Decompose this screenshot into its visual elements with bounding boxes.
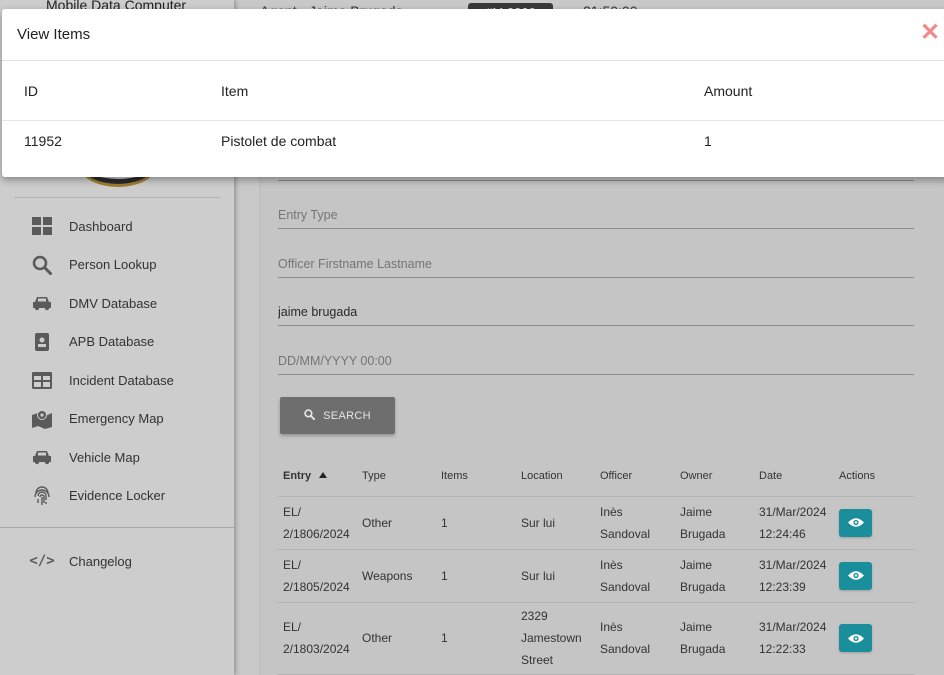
items-table: ID Item Amount 11952 Pistolet de combat … bbox=[2, 62, 944, 161]
type-cell: Weapons bbox=[357, 549, 436, 603]
actions-cell bbox=[834, 496, 914, 550]
officer-cell: Inès Sandoval bbox=[595, 602, 675, 675]
owner-cell: Jaime Brugada bbox=[675, 496, 754, 550]
id-cell: 11952 bbox=[24, 132, 62, 149]
owner-name-input[interactable] bbox=[278, 304, 914, 326]
code-icon: </> bbox=[29, 553, 55, 569]
column-header-item: Item bbox=[221, 62, 704, 121]
eye-icon bbox=[847, 633, 864, 643]
sidebar-item-label: Dashboard bbox=[69, 218, 133, 234]
sort-ascending-icon bbox=[319, 471, 328, 478]
sidebar-item-label: DMV Database bbox=[69, 295, 158, 311]
evidence-results-table: Entry Type Items Location Officer Owner … bbox=[278, 456, 914, 675]
column-header-date[interactable]: Date bbox=[754, 456, 834, 497]
sidebar-item-label: Vehicle Map bbox=[69, 449, 140, 465]
search-button[interactable]: SEARCH bbox=[280, 397, 395, 434]
sidebar-item-vehicle-map[interactable]: Vehicle Map bbox=[0, 438, 234, 477]
items-cell: 1 bbox=[436, 496, 516, 550]
items-cell: 1 bbox=[436, 602, 516, 675]
sidebar-item-label: Person Lookup bbox=[69, 257, 157, 273]
sidebar-item-label: Changelog bbox=[69, 553, 132, 569]
entry-cell: EL/2/1806/2024 bbox=[278, 496, 357, 550]
badge-icon bbox=[31, 331, 53, 353]
table-icon bbox=[31, 369, 53, 391]
modal-title: View Items bbox=[17, 26, 91, 43]
sidebar-item-label: Incident Database bbox=[69, 372, 174, 388]
column-header-officer[interactable]: Officer bbox=[595, 456, 675, 497]
view-items-modal: View Items ✕ ID Item Amount 11952 Pistol… bbox=[2, 9, 944, 177]
table-row: 11952 Pistolet de combat 1 bbox=[2, 120, 944, 161]
column-header-actions: Actions bbox=[834, 456, 914, 497]
location-cell: Sur lui bbox=[516, 549, 595, 603]
column-header-type[interactable]: Type bbox=[357, 456, 436, 497]
location-cell: Sur lui bbox=[516, 496, 595, 550]
officer-cell: Inès Sandoval bbox=[595, 549, 675, 603]
officer-name-input[interactable] bbox=[278, 256, 914, 278]
dashboard-icon bbox=[31, 215, 53, 237]
owner-cell: Jaime Brugada bbox=[675, 602, 754, 675]
sidebar-nav: Dashboard Person Lookup DMV Database APB… bbox=[0, 207, 234, 515]
date-cell: 31/Mar/2024 12:24:46 bbox=[754, 496, 834, 550]
actions-cell bbox=[834, 549, 914, 603]
entry-type-input[interactable] bbox=[278, 207, 914, 229]
item-cell: Pistolet de combat bbox=[221, 132, 337, 149]
table-row: EL/2/1803/2024 Other 1 2329 Jamestown Stre… bbox=[278, 602, 914, 675]
actions-cell bbox=[834, 602, 914, 675]
officer-cell: Inès Sandoval bbox=[595, 496, 675, 550]
evidence-search-card: SEARCH Entry Type Items Location Officer… bbox=[261, 150, 944, 675]
items-cell: 1 bbox=[436, 549, 516, 603]
sidebar-item-label: Emergency Map bbox=[69, 411, 164, 427]
sidebar-item-label: APB Database bbox=[69, 334, 155, 350]
date-cell: 31/Mar/2024 12:23:39 bbox=[754, 549, 834, 603]
sidebar-item-person-lookup[interactable]: Person Lookup bbox=[0, 246, 234, 285]
column-header-entry[interactable]: Entry bbox=[278, 456, 357, 497]
column-header-location[interactable]: Location bbox=[516, 456, 595, 497]
sidebar-item-apb-database[interactable]: APB Database bbox=[0, 323, 234, 362]
column-header-owner[interactable]: Owner bbox=[675, 456, 754, 497]
column-header-items[interactable]: Items bbox=[436, 456, 516, 497]
car-icon bbox=[31, 446, 53, 468]
column-header-label: Entry bbox=[283, 469, 312, 482]
divider bbox=[14, 197, 220, 198]
car-icon bbox=[31, 292, 53, 314]
search-icon bbox=[304, 408, 316, 423]
sidebar-item-changelog[interactable]: </> Changelog bbox=[0, 542, 234, 580]
sidebar-item-dmv-database[interactable]: DMV Database bbox=[0, 284, 234, 323]
eye-icon bbox=[847, 518, 864, 527]
search-icon bbox=[31, 254, 53, 276]
table-row: EL/2/1805/2024 Weapons 1 Sur lui Inès San… bbox=[278, 549, 914, 603]
type-cell: Other bbox=[357, 496, 436, 550]
amount-cell: 1 bbox=[704, 132, 712, 149]
sidebar-item-incident-database[interactable]: Incident Database bbox=[0, 361, 234, 400]
entry-cell: EL/2/1803/2024 bbox=[278, 602, 357, 675]
type-cell: Other bbox=[357, 602, 436, 675]
location-cell: 2329 Jamestown Street bbox=[516, 602, 595, 675]
date-input[interactable] bbox=[278, 353, 914, 375]
search-button-label: SEARCH bbox=[323, 409, 371, 422]
divider bbox=[278, 180, 914, 181]
sidebar-item-emergency-map[interactable]: Emergency Map bbox=[0, 400, 234, 439]
view-items-button[interactable] bbox=[839, 508, 872, 537]
sidebar-item-dashboard[interactable]: Dashboard bbox=[0, 207, 234, 246]
date-cell: 31/Mar/2024 12:22:33 bbox=[754, 602, 834, 675]
column-header-amount: Amount bbox=[704, 62, 944, 121]
close-icon[interactable]: ✕ bbox=[920, 21, 940, 45]
table-row: EL/2/1806/2024 Other 1 Sur lui Inès Sando… bbox=[278, 496, 914, 550]
sidebar-item-label: Evidence Locker bbox=[69, 488, 166, 504]
column-header-id: ID bbox=[2, 62, 221, 121]
eye-icon bbox=[847, 571, 864, 580]
map-icon bbox=[31, 408, 53, 430]
owner-cell: Jaime Brugada bbox=[675, 549, 754, 603]
view-items-button[interactable] bbox=[839, 624, 872, 652]
fingerprint-icon bbox=[31, 485, 53, 507]
view-items-button[interactable] bbox=[839, 561, 872, 590]
divider bbox=[0, 527, 234, 528]
modal-header: View Items ✕ bbox=[2, 9, 944, 61]
entry-cell: EL/2/1805/2024 bbox=[278, 549, 357, 603]
sidebar-item-evidence-locker[interactable]: Evidence Locker bbox=[0, 477, 234, 516]
